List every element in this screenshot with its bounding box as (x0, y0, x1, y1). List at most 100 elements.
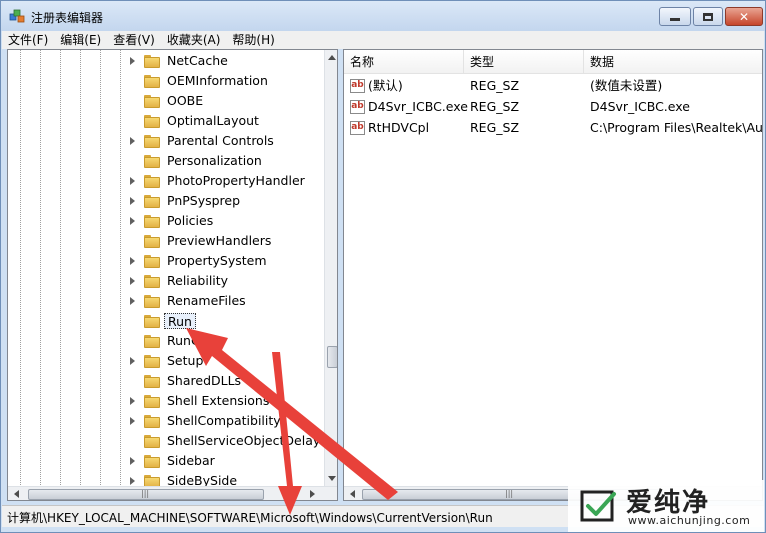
tree-node[interactable]: OEMInformation (8, 71, 324, 91)
tree-horizontal-scroll-thumb[interactable]: ||| (28, 489, 264, 500)
tree-node[interactable]: RenameFiles (8, 291, 324, 311)
tree-node[interactable]: OptimalLayout (8, 111, 324, 131)
minimize-button[interactable] (659, 7, 691, 26)
watermark-url: www.aichunjing.com (628, 514, 751, 527)
menu-view[interactable]: 查看(V) (107, 31, 161, 49)
tree-node-label: Personalization (167, 153, 262, 168)
grip-icon: ||| (505, 489, 514, 498)
close-icon: ✕ (738, 9, 750, 24)
tree-node-label: Parental Controls (167, 133, 274, 148)
tree-node-label: PreviewHandlers (167, 233, 272, 248)
tree-node-label: Policies (167, 213, 214, 228)
tree-horizontal-scrollbar[interactable]: ||| (8, 486, 337, 500)
tree-node-label: Setup (167, 353, 204, 368)
title-bar[interactable]: 注册表编辑器 ✕ (1, 1, 765, 31)
registry-editor-app-icon (9, 9, 25, 23)
key-tree-pane[interactable]: NetCache OEMInformation OOBE OptimalLayout P… (7, 49, 338, 501)
tree-node[interactable]: ShellServiceObjectDelayLoad (8, 431, 337, 451)
tree-node[interactable]: PropertySystem (8, 251, 324, 271)
string-value-icon: ab (350, 79, 365, 93)
status-key-path: 计算机\HKEY_LOCAL_MACHINE\SOFTWARE\Microsof… (7, 511, 493, 525)
column-header-name[interactable]: 名称 (344, 50, 464, 74)
expand-arrow-icon[interactable] (130, 297, 135, 305)
expand-arrow-icon[interactable] (130, 417, 135, 425)
tree-node-label: Sidebar (167, 453, 215, 468)
tree-node-label: Shell Extensions (167, 393, 270, 408)
menu-file[interactable]: 文件(F) (2, 31, 54, 49)
tree-node[interactable]: OOBE (8, 91, 324, 111)
tree-node[interactable]: RunOnce (8, 331, 324, 351)
scroll-left-arrow-icon[interactable] (14, 490, 19, 498)
tree-vertical-scroll-thumb[interactable] (327, 346, 337, 368)
maximize-button[interactable] (693, 7, 723, 26)
tree-node[interactable]: Shell Extensions (8, 391, 324, 411)
tree-node[interactable]: Sidebar (8, 451, 324, 471)
expand-arrow-icon[interactable] (130, 357, 135, 365)
expand-arrow-icon[interactable] (130, 217, 135, 225)
tree-node-label: OEMInformation (167, 73, 268, 88)
tree-vertical-scrollbar[interactable] (324, 50, 337, 486)
expand-arrow-icon[interactable] (130, 57, 135, 65)
tree-node[interactable]: Policies (8, 211, 324, 231)
folder-icon (144, 455, 160, 468)
menu-help[interactable]: 帮助(H) (226, 31, 280, 49)
expand-arrow-icon[interactable] (130, 257, 135, 265)
tree-node[interactable]: Parental Controls (8, 131, 324, 151)
expand-arrow-icon[interactable] (130, 277, 135, 285)
tree-node-label: PropertySystem (167, 253, 267, 268)
menu-favorites[interactable]: 收藏夹(A) (161, 31, 227, 49)
menu-edit[interactable]: 编辑(E) (54, 31, 107, 49)
value-row[interactable]: ab (默认) REG_SZ (数值未设置) (344, 76, 762, 96)
tree-node[interactable]: ShellCompatibility (8, 411, 324, 431)
window-title: 注册表编辑器 (31, 11, 104, 25)
expand-arrow-icon[interactable] (130, 177, 135, 185)
tree-node[interactable]: PhotoPropertyHandler (8, 171, 324, 191)
tree-node-label: Reliability (167, 273, 229, 288)
registry-editor-window: 注册表编辑器 ✕ 文件(F) 编辑(E) 查看(V) 收藏夹(A) 帮助(H) … (0, 0, 766, 533)
value-row[interactable]: ab RtHDVCpl REG_SZ C:\Program Files\Realtek… (344, 118, 763, 138)
tree-node[interactable]: Run (8, 311, 324, 331)
tree-node[interactable]: Setup (8, 351, 324, 371)
tree-node[interactable]: SharedDLLs (8, 371, 324, 391)
tree-node[interactable]: Personalization (8, 151, 324, 171)
expand-arrow-icon[interactable] (130, 477, 135, 485)
tree-node[interactable]: PnPSysprep (8, 191, 324, 211)
scroll-right-arrow-icon[interactable] (310, 490, 315, 498)
value-name: (默认) (368, 78, 403, 93)
value-type: REG_SZ (470, 78, 520, 93)
menu-bar: 文件(F) 编辑(E) 查看(V) 收藏夹(A) 帮助(H) (2, 31, 764, 49)
tree-node-label: PnPSysprep (167, 193, 241, 208)
expand-arrow-icon[interactable] (130, 397, 135, 405)
scroll-up-arrow-icon[interactable] (328, 55, 336, 60)
tree-node-label: RenameFiles (167, 293, 246, 308)
folder-icon (144, 275, 160, 288)
column-header-type[interactable]: 类型 (464, 50, 584, 74)
expand-arrow-icon[interactable] (130, 457, 135, 465)
value-row[interactable]: ab D4Svr_ICBC.exe REG_SZ D4Svr_ICBC.exe (344, 97, 762, 117)
value-data: C:\Program Files\Realtek\Audio\HDA\RAVCp… (590, 120, 763, 135)
tree-node-label: Run (164, 313, 196, 329)
expand-arrow-icon[interactable] (130, 137, 135, 145)
tree-node[interactable]: Reliability (8, 271, 324, 291)
close-button[interactable]: ✕ (725, 7, 763, 26)
tree-node-label: OOBE (167, 93, 204, 108)
tree-node[interactable]: PreviewHandlers (8, 231, 324, 251)
string-value-icon: ab (350, 121, 365, 135)
folder-icon (144, 135, 160, 148)
scroll-left-arrow-icon[interactable] (350, 490, 355, 498)
scroll-down-arrow-icon[interactable] (328, 476, 336, 481)
value-type: REG_SZ (470, 99, 520, 114)
tree-node-label: ShellCompatibility (167, 413, 281, 428)
column-header-data[interactable]: 数据 (584, 50, 762, 74)
tree-node[interactable]: NetCache (8, 51, 324, 71)
expand-arrow-icon[interactable] (130, 197, 135, 205)
folder-icon (144, 435, 160, 448)
value-name: D4Svr_ICBC.exe (368, 99, 468, 114)
folder-icon (144, 255, 160, 268)
tree-node-label: ShellServiceObjectDelayLoad (167, 433, 338, 448)
folder-icon (144, 155, 160, 168)
folder-icon (144, 375, 160, 388)
folder-icon (144, 295, 160, 308)
value-data: D4Svr_ICBC.exe (590, 99, 690, 114)
values-list-pane[interactable]: 名称 类型 数据 ab (默认) REG_SZ (数值未设置) ab D4Svr_ICBC… (343, 49, 763, 501)
